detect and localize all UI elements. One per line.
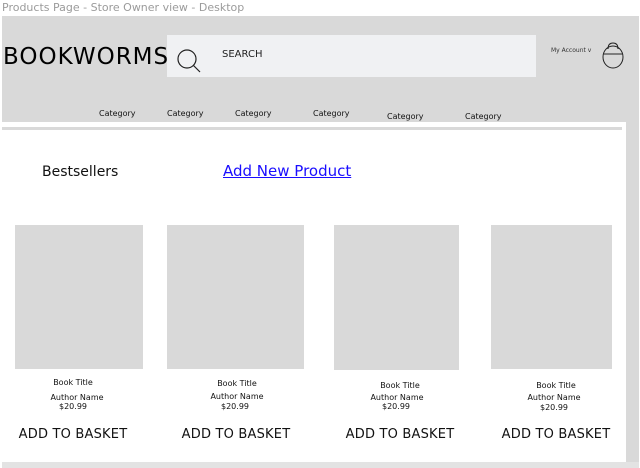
product-title[interactable]: Book Title — [340, 381, 460, 390]
add-to-basket-button[interactable]: ADD TO BASKET — [8, 427, 138, 442]
product-price: $20.99 — [382, 402, 410, 411]
search-placeholder: SEARCH — [222, 49, 263, 60]
page-bottom-edge — [2, 462, 639, 468]
product-image[interactable] — [334, 225, 459, 370]
add-to-basket-button[interactable]: ADD TO BASKET — [491, 427, 621, 442]
category-link-2[interactable]: Category — [167, 109, 204, 118]
product-title[interactable]: Book Title — [177, 379, 297, 388]
product-author: Author Name — [527, 393, 581, 402]
product-price: $20.99 — [540, 403, 568, 412]
add-new-product-link[interactable]: Add New Product — [223, 162, 351, 180]
page-edge — [626, 122, 639, 464]
product-image[interactable] — [167, 225, 304, 369]
product-author: Author Name — [370, 393, 424, 402]
product-author: Author Name — [210, 392, 264, 401]
product-image[interactable] — [15, 225, 143, 369]
product-image[interactable] — [491, 225, 612, 369]
product-price: $20.99 — [221, 402, 249, 411]
product-author: Author Name — [50, 393, 104, 402]
site-logo[interactable]: BOOKWORMS — [3, 44, 169, 70]
frame-label: Products Page - Store Owner view - Deskt… — [2, 1, 245, 14]
search-icon[interactable] — [175, 45, 203, 73]
product-title[interactable]: Book Title — [496, 381, 616, 390]
section-title: Bestsellers — [42, 164, 119, 180]
category-link-5[interactable]: Category — [387, 112, 424, 121]
add-to-basket-button[interactable]: ADD TO BASKET — [171, 427, 301, 442]
basket-icon[interactable] — [600, 40, 626, 70]
add-to-basket-button[interactable]: ADD TO BASKET — [335, 427, 465, 442]
category-link-4[interactable]: Category — [313, 109, 350, 118]
product-price: $20.99 — [59, 402, 87, 411]
header-divider — [2, 127, 622, 130]
category-link-1[interactable]: Category — [99, 109, 136, 118]
search-bar[interactable]: SEARCH — [167, 35, 536, 77]
product-title[interactable]: Book Title — [13, 378, 133, 387]
my-account-menu[interactable]: My Account v — [551, 47, 591, 54]
category-link-3[interactable]: Category — [235, 109, 272, 118]
category-link-6[interactable]: Category — [465, 112, 502, 121]
